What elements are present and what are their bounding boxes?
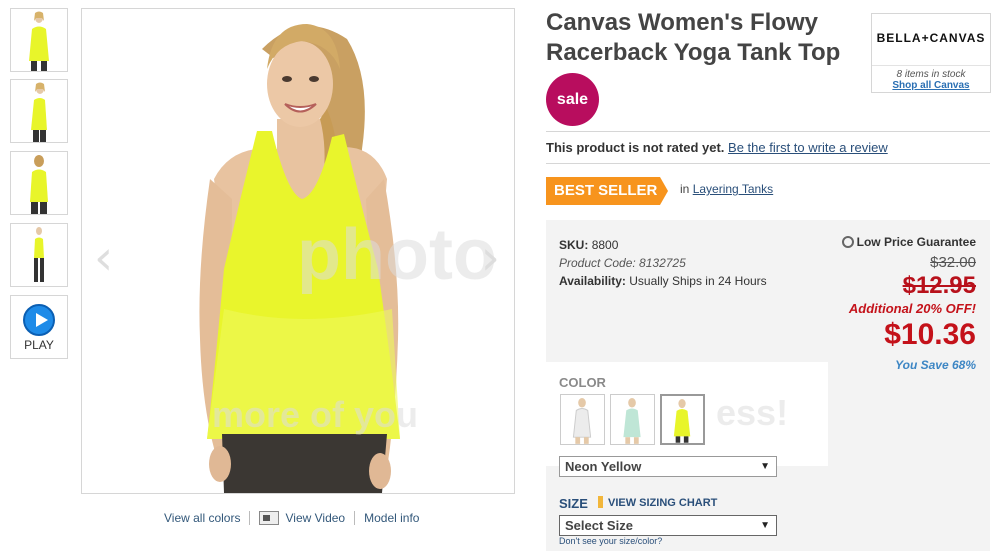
- thumbnail-full[interactable]: [10, 223, 68, 287]
- color-select-value: Neon Yellow: [565, 459, 642, 474]
- view-sizing-chart-link[interactable]: VIEW SIZING CHART: [598, 496, 717, 509]
- shop-brand-link[interactable]: Shop all Canvas: [872, 80, 990, 91]
- sale-badge: sale: [546, 73, 599, 126]
- size-label: SIZE: [559, 496, 588, 511]
- guarantee-badge-icon: [841, 236, 854, 248]
- video-thumbnail[interactable]: PLAY: [10, 295, 68, 359]
- previous-image-arrow-icon[interactable]: ‹: [94, 234, 113, 282]
- model-side-thumbnail-image: [11, 80, 67, 142]
- brand-box: BELLA+CANVAS 8 items in stock Shop all C…: [871, 13, 991, 93]
- play-label: PLAY: [24, 338, 54, 352]
- low-price-guarantee-label: Low Price Guarantee: [856, 235, 976, 249]
- divider: [249, 511, 251, 525]
- category-line: in Layering Tanks: [680, 182, 773, 196]
- image-links-bar: View all colors View Video Model info: [164, 511, 419, 525]
- write-review-link[interactable]: Be the first to write a review: [728, 140, 888, 155]
- model-back-thumbnail-image: [11, 152, 67, 214]
- video-camera-icon: [259, 511, 280, 525]
- original-price: $32.00: [930, 254, 976, 271]
- neon-yellow-tank-swatch-image: [662, 396, 703, 443]
- size-select[interactable]: Select Size ▼: [559, 515, 777, 536]
- product-title: Canvas Women's Flowy Racerback Yoga Tank…: [546, 9, 841, 66]
- category-prefix: in: [680, 182, 690, 196]
- play-icon: [23, 304, 55, 336]
- chevron-down-icon: ▼: [760, 520, 770, 531]
- thumbnail-front[interactable]: [10, 8, 68, 72]
- main-product-image[interactable]: ‹ › photo more of you: [81, 8, 515, 494]
- sku-label: SKU:: [559, 238, 589, 252]
- sizing-chart-label: VIEW SIZING CHART: [608, 497, 718, 509]
- product-code: Product Code: 8132725: [559, 256, 686, 270]
- category-link[interactable]: Layering Tanks: [693, 182, 774, 196]
- divider: [546, 163, 990, 164]
- color-swatch-white[interactable]: [560, 394, 605, 445]
- color-swatch-neon-yellow[interactable]: [660, 394, 705, 445]
- divider: [546, 131, 990, 132]
- thumbnail-back[interactable]: [10, 151, 68, 215]
- availability-label: Availability:: [559, 274, 626, 288]
- additional-discount: Additional 20% OFF!: [848, 301, 976, 316]
- availability-value: Usually Ships in 24 Hours: [629, 274, 767, 288]
- divider: [354, 511, 356, 525]
- color-select[interactable]: Neon Yellow ▼: [559, 456, 777, 477]
- stock-count: 8 items in stock: [872, 65, 990, 80]
- you-save: You Save 68%: [895, 358, 976, 372]
- sale-price: $12.95: [902, 272, 976, 299]
- next-image-arrow-icon[interactable]: ›: [481, 234, 500, 282]
- white-tank-swatch-image: [561, 395, 604, 444]
- view-all-colors-link[interactable]: View all colors: [164, 511, 240, 525]
- ruler-icon: [598, 496, 603, 508]
- model-photo: [82, 9, 514, 493]
- sku-value: 8800: [591, 238, 619, 252]
- brand-logo[interactable]: BELLA+CANVAS: [872, 31, 990, 45]
- purchase-panel: SKU: 8800 Product Code: 8132725 Availabi…: [546, 220, 990, 551]
- product-details: SKU: 8800 Product Code: 8132725 Availabi…: [559, 236, 767, 290]
- color-label: COLOR: [559, 375, 606, 390]
- size-help-link[interactable]: Don't see your size/color?: [559, 536, 662, 546]
- rating-row: This product is not rated yet. Be the fi…: [546, 140, 888, 155]
- mint-tank-swatch-image: [611, 395, 654, 444]
- color-swatch-mint[interactable]: [610, 394, 655, 445]
- thumbnail-side[interactable]: [10, 79, 68, 143]
- final-price: $10.36: [884, 318, 976, 351]
- model-info-link[interactable]: Model info: [364, 511, 419, 525]
- low-price-guarantee[interactable]: Low Price Guarantee: [841, 235, 976, 249]
- chevron-down-icon: ▼: [760, 461, 770, 472]
- view-video-link[interactable]: View Video: [285, 511, 345, 525]
- rating-status: This product is not rated yet.: [546, 140, 725, 155]
- size-select-placeholder: Select Size: [565, 518, 633, 533]
- best-seller-badge: BEST SELLER: [546, 177, 668, 205]
- model-front-thumbnail-image: [11, 9, 67, 71]
- model-full-thumbnail-image: [11, 224, 67, 286]
